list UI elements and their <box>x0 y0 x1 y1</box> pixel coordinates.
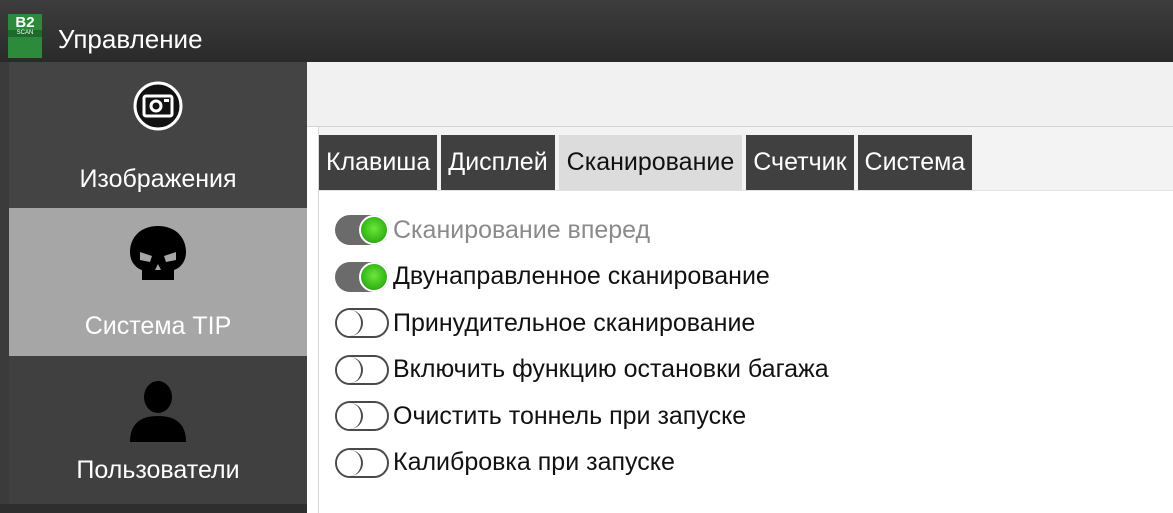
title-bar: B2 SCAN Управление <box>0 0 1173 62</box>
option-forward-scan[interactable]: Сканирование вперед <box>335 207 829 254</box>
tab-key[interactable]: Клавиша <box>319 135 438 190</box>
toggle-switch[interactable] <box>335 215 389 246</box>
option-label: Двунаправленное сканирование <box>393 262 770 291</box>
toggle-switch[interactable] <box>335 354 389 385</box>
toggle-knob <box>337 403 363 430</box>
toggle-switch[interactable] <box>335 401 389 432</box>
sidebar-item-label: Изображения <box>79 165 237 193</box>
tab-display[interactable]: Дисплей <box>441 135 555 190</box>
tab-strip: Клавиша Дисплей Сканирование Счетчик Сис… <box>319 127 1173 191</box>
sidebar: Изображения Система TIP Пользователи <box>0 62 307 513</box>
sidebar-item-images[interactable]: Изображения <box>9 62 307 208</box>
option-label: Включить функцию остановки багажа <box>393 355 829 384</box>
option-label: Калибровка при запуске <box>393 448 675 477</box>
sidebar-footer <box>0 504 307 513</box>
option-clear-tunnel[interactable]: Очистить тоннель при запуске <box>335 393 829 440</box>
toggle-switch[interactable] <box>335 261 389 292</box>
skull-icon <box>126 222 190 291</box>
scan-options-list: Сканирование вперед Двунаправленное скан… <box>335 207 829 486</box>
tab-bar: Клавиша Дисплей Сканирование Счетчик Сис… <box>319 135 976 190</box>
option-label: Сканирование вперед <box>393 215 651 244</box>
app-logo-icon: B2 SCAN <box>8 14 42 58</box>
option-label: Очистить тоннель при запуске <box>393 401 747 430</box>
window-title: Управление <box>58 24 203 54</box>
toggle-knob <box>337 310 363 337</box>
sidebar-item-label: Пользователи <box>76 456 240 484</box>
option-bidirectional-scan[interactable]: Двунаправленное сканирование <box>335 254 829 301</box>
main-header-area <box>307 62 1173 127</box>
logo-subtext: SCAN <box>8 30 42 37</box>
toggle-knob <box>337 449 363 476</box>
settings-panel: Клавиша Дисплей Сканирование Счетчик Сис… <box>318 127 1173 513</box>
option-baggage-stop[interactable]: Включить функцию остановки багажа <box>335 347 829 394</box>
option-calibration[interactable]: Калибровка при запуске <box>335 440 829 487</box>
option-forced-scan[interactable]: Принудительное сканирование <box>335 300 829 347</box>
tab-scanning[interactable]: Сканирование <box>558 135 743 190</box>
user-icon <box>128 380 188 447</box>
toggle-switch[interactable] <box>335 308 389 339</box>
camera-icon <box>133 81 183 136</box>
toggle-knob <box>359 261 389 292</box>
toggle-knob <box>337 356 363 383</box>
option-label: Принудительное сканирование <box>393 308 756 337</box>
tab-system[interactable]: Система <box>857 135 973 190</box>
sidebar-item-users[interactable]: Пользователи <box>9 356 307 504</box>
tab-counter[interactable]: Счетчик <box>746 135 854 190</box>
sidebar-item-tip-system[interactable]: Система TIP <box>9 208 307 356</box>
sidebar-item-label: Система TIP <box>84 312 232 340</box>
toggle-switch[interactable] <box>335 447 389 478</box>
toggle-knob <box>359 215 389 246</box>
logo-text: B2 <box>15 14 35 31</box>
